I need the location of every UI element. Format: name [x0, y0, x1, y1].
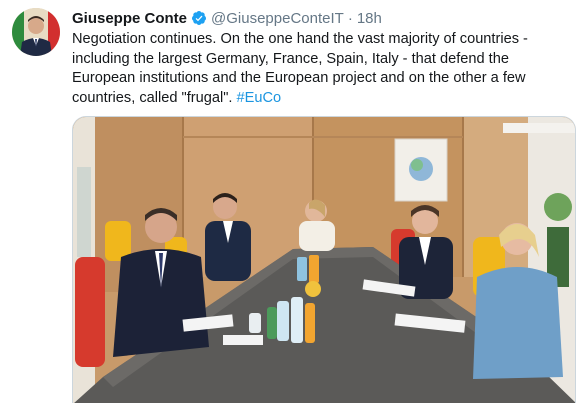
tweet-timestamp[interactable]: 18h — [357, 10, 382, 27]
separator-dot: · — [347, 9, 353, 27]
author-avatar[interactable] — [12, 8, 60, 56]
hashtag-link[interactable]: #EuCo — [237, 90, 282, 106]
tweet-photo[interactable] — [72, 116, 576, 403]
tweet-text: Negotiation continues. On the one hand t… — [72, 30, 572, 108]
verified-badge-icon — [191, 10, 207, 26]
tweet-body-text: Negotiation continues. On the one hand t… — [72, 31, 528, 106]
tweet[interactable]: Giuseppe Conte @GiuseppeConteIT · 18h Ne… — [0, 0, 586, 403]
author-handle[interactable]: @GiuseppeConteIT — [211, 10, 344, 27]
meeting-photo-illustration — [73, 117, 575, 403]
tweet-header: Giuseppe Conte @GiuseppeConteIT · 18h — [72, 8, 382, 28]
author-name[interactable]: Giuseppe Conte — [72, 10, 187, 27]
